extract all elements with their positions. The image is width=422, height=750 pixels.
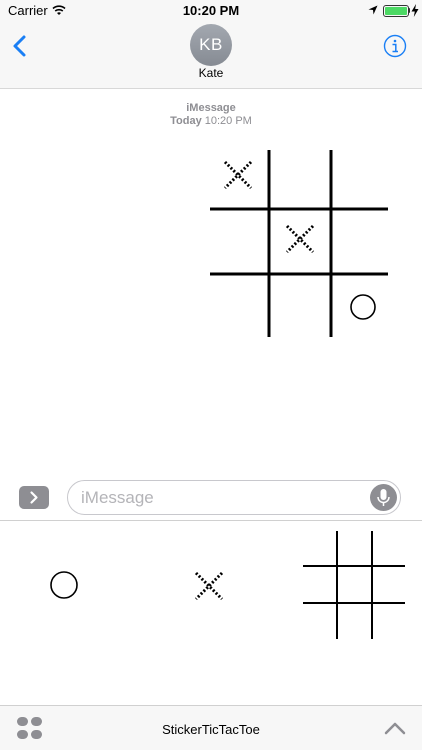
status-bar: Carrier 10:20 PM xyxy=(0,0,422,22)
contact-name[interactable]: Kate xyxy=(0,66,422,80)
battery-icon xyxy=(383,5,409,17)
location-icon xyxy=(368,5,378,15)
o-mark xyxy=(350,294,376,320)
board-marks xyxy=(223,160,376,320)
chevron-right-icon xyxy=(30,491,38,504)
x-sticker[interactable] xyxy=(193,570,225,602)
conversation-area[interactable]: iMessage Today 10:20 PM xyxy=(0,89,422,471)
x-mark xyxy=(223,160,253,190)
grid-sticker[interactable] xyxy=(302,531,406,641)
info-icon[interactable] xyxy=(383,34,407,58)
conversation-header: KB Kate xyxy=(0,22,422,89)
back-chevron-icon[interactable] xyxy=(8,32,32,60)
o-sticker[interactable] xyxy=(49,570,79,600)
app-strip: StickerTicTacToe xyxy=(0,705,422,750)
sticker-drawer xyxy=(0,521,422,705)
message-timestamp: Today 10:20 PM xyxy=(0,115,422,127)
apps-toggle-button[interactable] xyxy=(19,486,49,509)
status-time: 10:20 PM xyxy=(182,3,240,18)
message-input[interactable] xyxy=(67,480,401,515)
app-title: StickerTicTacToe xyxy=(162,722,260,737)
timestamp-day: Today xyxy=(170,115,202,127)
microphone-icon xyxy=(377,489,390,506)
contact-avatar[interactable]: KB xyxy=(190,24,232,66)
microphone-button[interactable] xyxy=(370,484,397,511)
charging-icon xyxy=(411,4,419,17)
x-mark xyxy=(285,224,315,254)
battery-nub xyxy=(408,8,410,13)
tic-tac-toe-board-sticker[interactable] xyxy=(205,147,395,342)
chevron-up-icon[interactable] xyxy=(383,720,407,736)
compose-bar xyxy=(0,471,422,521)
battery-level xyxy=(385,7,407,15)
timestamp-time: 10:20 PM xyxy=(204,115,252,127)
service-label: iMessage xyxy=(186,102,236,114)
